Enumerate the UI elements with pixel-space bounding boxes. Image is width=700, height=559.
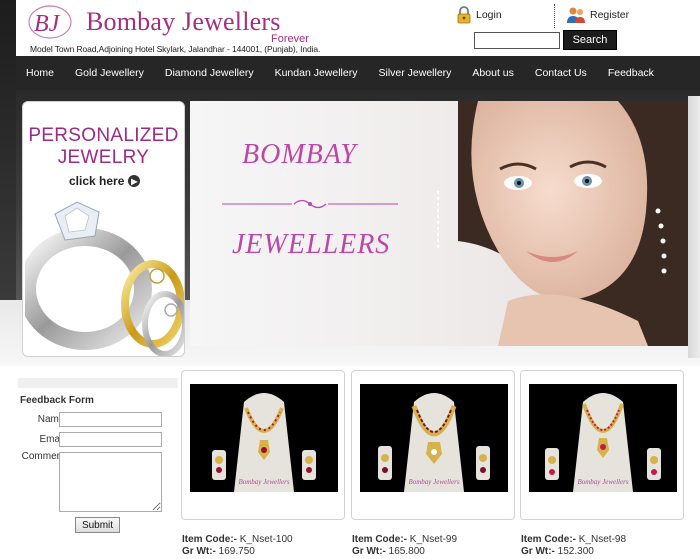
login-label: Login [476, 9, 502, 21]
bj-monogram-icon: BJ [28, 5, 72, 39]
nav-silver-jewellery[interactable]: Silver Jewellery [368, 67, 462, 79]
monogram-text: BJ [34, 11, 61, 37]
name-field[interactable] [59, 412, 162, 427]
feedback-form-title: Feedback Form [20, 395, 94, 406]
email-field[interactable] [59, 432, 162, 447]
product-image-caption: Bombay Jewellers [238, 478, 289, 486]
register-link[interactable]: Register [566, 6, 629, 24]
nav-home[interactable]: Home [16, 67, 65, 79]
gross-weight-value: 165.800 [388, 546, 425, 557]
submit-button[interactable]: Submit [75, 517, 120, 533]
product-card[interactable]: Bombay Jewellers [181, 370, 345, 520]
nav-diamond-jewellery[interactable]: Diamond Jewellery [155, 67, 265, 79]
brand-name: Bombay Jewellers [86, 7, 281, 36]
promo-line-1: PERSONALIZED [28, 125, 179, 146]
padlock-icon [457, 6, 471, 24]
product-card[interactable]: Bombay Jewellers [520, 370, 684, 520]
item-code-value: K_Nset-99 [409, 534, 458, 545]
register-label: Register [590, 9, 630, 21]
header-divider [554, 4, 555, 28]
hero-banner[interactable]: BOMBAY JEWELLERS [190, 101, 688, 346]
store-address: Model Town Road,Adjoining Hotel Skylark,… [30, 44, 321, 54]
product-code: Item Code:- K_Nset-98 [521, 534, 626, 545]
promo-cta-label: click here [69, 174, 125, 188]
gross-weight-label: Gr Wt:- [182, 546, 216, 557]
personalized-jewelry-promo[interactable]: PERSONALIZED JEWELRY click here ▶ [22, 101, 185, 357]
diamond-rings-image [25, 201, 184, 356]
hero-title-line-2: JEWELLERS [232, 229, 391, 260]
nav-kundan-jewellery[interactable]: Kundan Jewellery [265, 67, 369, 79]
product-weight: Gr Wt:- 169.750 [182, 546, 255, 557]
promo-click-here[interactable]: click here ▶ [69, 174, 141, 188]
promo-line-2: JEWELRY [57, 147, 150, 168]
left-dark-strip [0, 0, 16, 300]
ornament-divider-icon [222, 199, 398, 209]
feedback-top-bar [18, 378, 178, 388]
hero-title-line-1: BOMBAY [242, 139, 357, 170]
gross-weight-label: Gr Wt:- [352, 546, 386, 557]
model-portrait-image [437, 101, 688, 346]
product-weight: Gr Wt:- 152.300 [521, 546, 594, 557]
item-code-label: Item Code:- [521, 534, 576, 545]
gross-weight-value: 152.300 [557, 546, 594, 557]
item-code-label: Item Code:- [182, 534, 237, 545]
item-code-label: Item Code:- [352, 534, 407, 545]
gross-weight-label: Gr Wt:- [521, 546, 555, 557]
product-image-caption: Bombay Jewellers [577, 478, 628, 486]
item-code-value: K_Nset-98 [578, 534, 627, 545]
product-image: Bombay Jewellers [360, 384, 508, 492]
product-image-caption: Bombay Jewellers [408, 478, 459, 486]
product-image: Bombay Jewellers [190, 384, 338, 492]
right-grey-bar [688, 96, 700, 358]
nav-gold-jewellery[interactable]: Gold Jewellery [65, 67, 155, 79]
search-input[interactable] [474, 32, 560, 49]
product-weight: Gr Wt:- 165.800 [352, 546, 425, 557]
users-icon [567, 7, 585, 23]
nav-contact-us[interactable]: Contact Us [525, 67, 598, 79]
comments-field[interactable] [59, 452, 162, 512]
necklace-set-image: Bombay Jewellers [378, 393, 490, 492]
product-card[interactable]: Bombay Jewellers [351, 370, 515, 520]
gross-weight-value: 169.750 [218, 546, 255, 557]
item-code-value: K_Nset-100 [239, 534, 293, 545]
nav-feedback[interactable]: Feedback [598, 67, 665, 79]
nav-about-us[interactable]: About us [462, 67, 524, 79]
main-nav: Home Gold Jewellery Diamond Jewellery Ku… [16, 56, 700, 90]
site-header: BJ Bombay Jewellers Forever Model Town R… [16, 0, 700, 56]
arrow-right-icon: ▶ [128, 175, 141, 187]
necklace-set-image: Bombay Jewellers [212, 393, 316, 492]
login-link[interactable]: Login [456, 6, 502, 24]
product-image: Bombay Jewellers [529, 384, 677, 492]
product-code: Item Code:- K_Nset-99 [352, 534, 457, 545]
product-code: Item Code:- K_Nset-100 [182, 534, 293, 545]
search-button[interactable]: Search [563, 30, 617, 50]
necklace-set-image: Bombay Jewellers [545, 393, 661, 492]
